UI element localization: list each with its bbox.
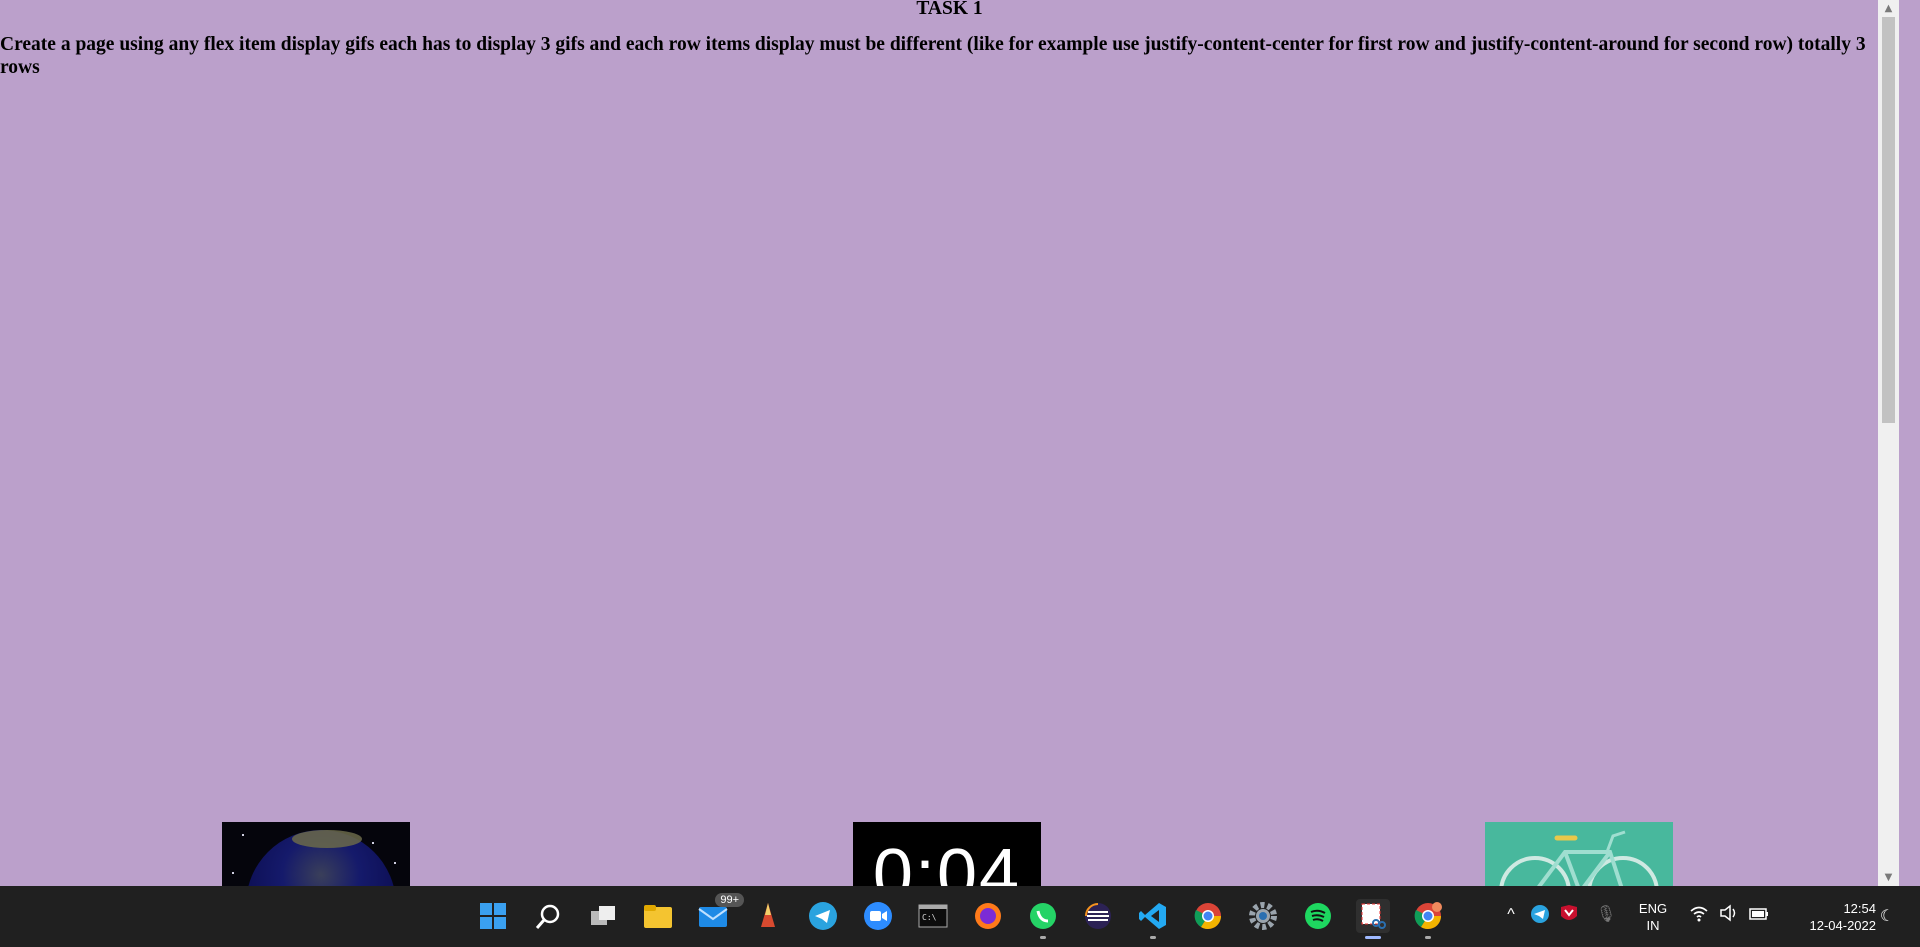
telegram-tray-icon[interactable]: [1529, 904, 1551, 926]
zoom-icon[interactable]: [861, 899, 895, 933]
chevron-up-icon[interactable]: ^: [1500, 904, 1522, 926]
running-indicator: [1150, 936, 1156, 939]
scroll-down-arrow-icon[interactable]: ▼: [1878, 869, 1899, 886]
telegram-icon[interactable]: [806, 899, 840, 933]
clock-time: 12:54: [1843, 901, 1876, 916]
browser-page: TASK 1 Create a page using any flex item…: [0, 0, 1899, 886]
gif-row: 0:04: [0, 822, 1899, 886]
timer-text: 0:04: [872, 835, 1022, 886]
clock-date: 12-04-2022: [1809, 918, 1877, 933]
continent-shape: [292, 830, 362, 848]
volume-icon[interactable]: [1718, 904, 1740, 926]
system-clock[interactable]: 12:54 12-04-2022: [1780, 900, 1877, 934]
task-view-icon[interactable]: [586, 899, 620, 933]
active-indicator: [1365, 936, 1381, 939]
language-indicator[interactable]: ENG IN: [1636, 900, 1670, 934]
language-line2: IN: [1646, 918, 1660, 933]
bicycle-gif: [1485, 822, 1673, 886]
terminal-icon[interactable]: C:\: [916, 899, 950, 933]
firefox-icon[interactable]: [971, 899, 1005, 933]
page-title: TASK 1: [916, 0, 983, 19]
language-line1: ENG: [1638, 901, 1668, 916]
chrome-icon[interactable]: [1191, 899, 1225, 933]
earth-gif: [222, 822, 410, 886]
pencil-app-icon[interactable]: [751, 899, 785, 933]
wifi-icon[interactable]: [1688, 904, 1710, 926]
bicycle-icon: [1499, 830, 1659, 886]
scroll-up-arrow-icon[interactable]: ▲: [1878, 0, 1899, 17]
battery-icon[interactable]: [1748, 904, 1770, 926]
mcafee-shield-icon[interactable]: [1558, 904, 1580, 926]
mail-badge: 99+: [715, 893, 744, 907]
search-icon[interactable]: [531, 899, 565, 933]
vscode-icon[interactable]: [1136, 899, 1170, 939]
snipping-tool-icon[interactable]: [1356, 899, 1390, 939]
spotify-icon[interactable]: [1301, 899, 1335, 933]
file-explorer-icon[interactable]: [641, 899, 675, 933]
windows-taskbar: 99+ C:\ ^ 🎙 ENG IN 12:54 12-04-2022 ☾: [0, 886, 1920, 947]
settings-icon[interactable]: [1246, 899, 1280, 933]
task-description: Create a page using any flex item displa…: [0, 34, 1866, 78]
chrome-profile-icon[interactable]: [1411, 899, 1445, 939]
scrollbar-thumb[interactable]: [1882, 17, 1895, 423]
vertical-scrollbar[interactable]: ▲ ▼: [1878, 0, 1899, 886]
eclipse-icon[interactable]: [1081, 899, 1115, 933]
svg-text:C:\: C:\: [922, 913, 937, 922]
focus-moon-icon[interactable]: ☾: [1876, 906, 1898, 928]
timer-gif: 0:04: [853, 822, 1041, 886]
whatsapp-icon[interactable]: [1026, 899, 1060, 939]
running-indicator: [1425, 936, 1431, 939]
running-indicator: [1040, 936, 1046, 939]
mail-icon[interactable]: 99+: [696, 893, 744, 933]
start-icon[interactable]: [476, 899, 510, 933]
microphone-icon[interactable]: 🎙: [1595, 904, 1617, 926]
